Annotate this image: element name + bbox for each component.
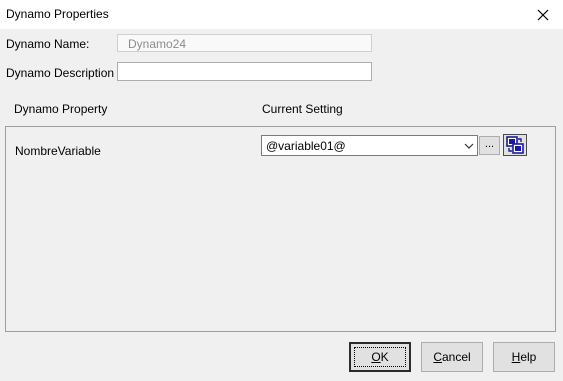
current-setting-value: @variable01@ — [266, 139, 346, 153]
dynamo-description-field[interactable] — [117, 62, 372, 81]
browse-button[interactable]: ... — [479, 136, 500, 155]
link-object-button[interactable] — [503, 134, 527, 156]
help-button[interactable]: Help — [493, 342, 555, 372]
dynamo-name-label: Dynamo Name: — [6, 37, 90, 51]
cancel-button[interactable]: Cancel — [421, 342, 483, 372]
column-header-property: Dynamo Property — [14, 102, 108, 116]
ok-button[interactable]: OK — [349, 342, 411, 372]
focus-rect — [354, 347, 406, 367]
current-setting-combobox[interactable]: @variable01@ — [261, 135, 478, 156]
column-header-setting: Current Setting — [262, 102, 343, 116]
help-label-rest: elp — [520, 350, 537, 364]
dynamo-name-field: Dynamo24 — [117, 34, 372, 52]
close-button[interactable] — [523, 0, 563, 29]
dynamo-description-label: Dynamo Description — [6, 66, 115, 80]
window-title: Dynamo Properties — [6, 7, 109, 21]
close-icon — [537, 9, 549, 20]
chevron-down-icon[interactable] — [460, 136, 477, 155]
cancel-mnemonic: C — [433, 350, 442, 364]
property-name: NombreVariable — [15, 144, 101, 158]
title-bar: Dynamo Properties — [0, 0, 563, 29]
link-object-icon — [506, 136, 524, 154]
cancel-label-rest: ancel — [441, 350, 471, 364]
